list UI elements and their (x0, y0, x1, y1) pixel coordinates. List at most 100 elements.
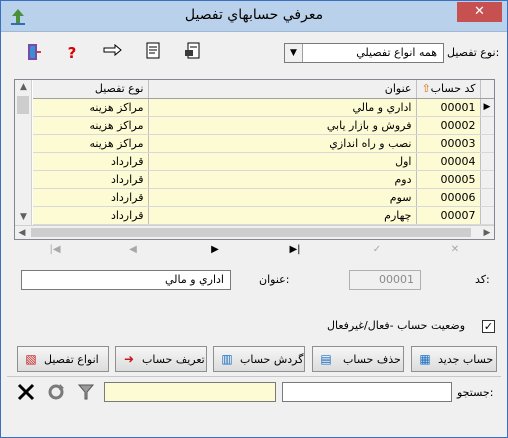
row-indicator (480, 170, 494, 189)
nav-last-icon[interactable]: ▶| (286, 244, 304, 258)
current-row-icon: ▶ (480, 98, 494, 117)
nav-prior-icon[interactable]: ◀ (124, 244, 142, 258)
new-account-icon: ▦ (419, 352, 431, 366)
account-title-label: عنوان: (259, 273, 290, 286)
account-turnover-label: گردش حساب (240, 353, 304, 366)
table-row[interactable]: مراكز هزينه نصب و راه اندازي 00003 (33, 134, 494, 153)
new-account-label: حساب جديد (438, 353, 494, 366)
cell-type: مراكز هزينه (33, 134, 149, 153)
horizontal-scroll-thumb[interactable] (31, 228, 471, 237)
column-header-code-label: كد حساب (430, 82, 476, 96)
table-header-row: نوع تفصيل عنوان ⇧كد حساب (33, 80, 494, 99)
sort-up-icon: ⇧ (421, 82, 431, 96)
detail-type-label: نوع تفصيل: (447, 46, 500, 59)
cell-title: نصب و راه اندازي (148, 134, 417, 153)
cell-code: 00007 (416, 206, 481, 225)
close-button[interactable]: ✕ (457, 2, 502, 22)
search-label: جستجو: (457, 386, 494, 399)
cell-type: قرارداد (33, 170, 149, 189)
scroll-right-icon[interactable]: ▶ (480, 226, 494, 239)
refresh-icon[interactable] (45, 382, 67, 404)
row-indicator (480, 188, 494, 207)
account-status-checkbox[interactable]: ✓ (482, 320, 495, 333)
scroll-thumb[interactable] (17, 96, 29, 114)
cell-code: 00003 (416, 134, 481, 153)
table-row[interactable]: قرارداد چهارم 00007 (33, 206, 494, 225)
nav-first-icon[interactable]: |◀ (46, 244, 64, 258)
main-window: معرفي حسابهاي تفصيل ✕ ? ▼ همه انواع تفصي… (0, 0, 508, 438)
detail-types-icon: ▧ (25, 352, 37, 366)
arrow-right-icon: ➜ (123, 352, 135, 366)
scroll-down-icon[interactable]: ▼ (15, 210, 32, 224)
column-header-code[interactable]: ⇧كد حساب (416, 80, 481, 99)
define-account-button[interactable]: ➜ تعريف حساب (115, 346, 207, 372)
tools-icon[interactable] (15, 382, 37, 404)
nav-post-icon[interactable]: ✓ (368, 244, 386, 258)
title-bar: معرفي حسابهاي تفصيل ✕ (1, 1, 507, 32)
cell-title: سوم (148, 188, 417, 207)
cell-type: قرارداد (33, 152, 149, 171)
cell-code: 00004 (416, 152, 481, 171)
detail-types-label: انواع تفصيل (44, 353, 99, 366)
cell-type: مراكز هزينه (33, 116, 149, 135)
scroll-left-icon[interactable]: ◀ (15, 226, 29, 239)
cell-code: 00001 (416, 98, 481, 117)
delete-account-button[interactable]: ▤ حذف حساب (312, 346, 404, 372)
filter-icon[interactable] (75, 382, 97, 404)
chevron-down-icon[interactable]: ▼ (285, 44, 303, 62)
cell-type: مراكز هزينه (33, 98, 149, 117)
search-result-field (104, 382, 276, 402)
turnover-icon: ▥ (221, 352, 233, 366)
nav-cancel-icon[interactable]: ✕ (446, 244, 464, 258)
account-turnover-button[interactable]: ▥ گردش حساب (213, 346, 305, 372)
new-account-button[interactable]: ▦ حساب جديد (411, 346, 497, 372)
row-indicator (480, 134, 494, 153)
account-code-field[interactable]: 00001 (349, 270, 421, 290)
define-account-label: تعريف حساب (142, 353, 205, 366)
row-indicator (480, 152, 494, 171)
cell-title: دوم (148, 170, 417, 189)
column-header-title[interactable]: عنوان (148, 80, 417, 99)
table-row[interactable]: قرارداد اول 00004 (33, 152, 494, 171)
divider (7, 376, 501, 377)
horizontal-scrollbar[interactable]: ◀ ▶ (15, 225, 494, 239)
account-code-label: كد: (475, 273, 490, 286)
account-status-label: وضعيت حساب -فعال/غيرفعال (327, 319, 466, 332)
scroll-up-icon[interactable]: ▲ (15, 80, 32, 94)
accounts-grid[interactable]: ▲ ▼ نوع تفصيل عنوان ⇧كد حساب مراكز هزينه… (14, 79, 495, 240)
row-indicator-header (480, 80, 494, 99)
row-indicator (480, 116, 494, 135)
account-title-field[interactable]: اداري و مالي (21, 270, 231, 290)
table-row[interactable]: مراكز هزينه اداري و مالي 00001 ▶ (33, 98, 494, 117)
cell-title: فروش و بازار يابي (148, 116, 417, 135)
exit-icon[interactable] (23, 42, 45, 64)
delete-account-icon: ▤ (320, 352, 332, 366)
pointer-icon[interactable] (102, 42, 124, 64)
table-row[interactable]: قرارداد سوم 00006 (33, 188, 494, 207)
search-input[interactable] (282, 382, 452, 402)
cell-code: 00002 (416, 116, 481, 135)
record-navigator: |◀ ◀ ▶ ▶| ✓ ✕ (14, 241, 495, 261)
print-preview-icon[interactable] (142, 42, 164, 64)
table-row[interactable]: مراكز هزينه فروش و بازار يابي 00002 (33, 116, 494, 135)
cell-type: قرارداد (33, 188, 149, 207)
nav-next-icon[interactable]: ▶ (206, 244, 224, 258)
window-title: معرفي حسابهاي تفصيل (184, 7, 324, 23)
help-icon[interactable]: ? (61, 42, 83, 64)
column-header-type[interactable]: نوع تفصيل (33, 80, 149, 99)
row-indicator (480, 206, 494, 225)
accounts-table: نوع تفصيل عنوان ⇧كد حساب مراكز هزينه ادا… (33, 80, 494, 225)
detail-type-value: همه انواع تفصيلي (356, 46, 437, 59)
delete-account-label: حذف حساب (343, 353, 401, 366)
export-icon[interactable] (182, 42, 204, 64)
vertical-scrollbar[interactable]: ▲ ▼ (15, 80, 32, 225)
table-row[interactable]: قرارداد دوم 00005 (33, 170, 494, 189)
detail-types-button[interactable]: ▧ انواع تفصيل (17, 346, 109, 372)
cell-title: اول (148, 152, 417, 171)
cell-type: قرارداد (33, 206, 149, 225)
cell-title: اداري و مالي (148, 98, 417, 117)
cell-code: 00005 (416, 170, 481, 189)
cell-code: 00006 (416, 188, 481, 207)
cell-title: چهارم (148, 206, 417, 225)
detail-type-select[interactable]: ▼ همه انواع تفصيلي (284, 43, 444, 63)
